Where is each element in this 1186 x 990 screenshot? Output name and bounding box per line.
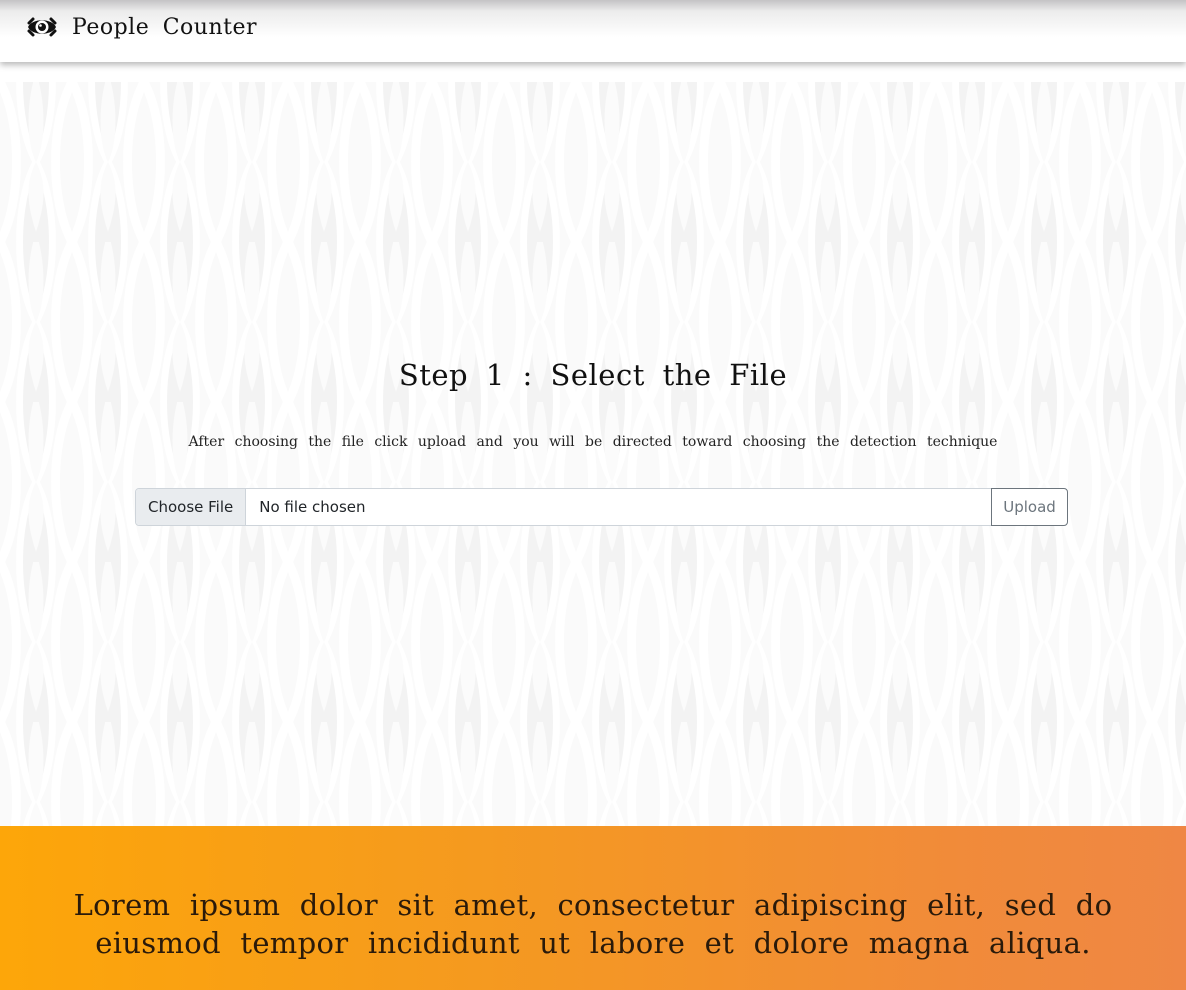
- file-status-text: No file chosen: [259, 498, 366, 516]
- brand[interactable]: People Counter: [26, 10, 257, 44]
- file-input[interactable]: Choose File No file chosen: [135, 488, 992, 526]
- brand-name: People Counter: [72, 14, 258, 40]
- navbar: People Counter: [0, 0, 1186, 62]
- hero-section: Step 1 : Select the File After choosing …: [0, 62, 1186, 826]
- footer: Lorem ipsum dolor sit amet, consectetur …: [0, 826, 1186, 990]
- footer-text: Lorem ipsum dolor sit amet, consectetur …: [73, 888, 1113, 960]
- step-title: Step 1 : Select the File: [398, 358, 788, 392]
- background-leaf-pattern: [0, 82, 1186, 826]
- eye-icon: [26, 14, 58, 40]
- upload-form: Choose File No file chosen Upload: [135, 488, 1068, 526]
- step-description: After choosing the file click upload and…: [188, 434, 998, 450]
- upload-button[interactable]: Upload: [991, 488, 1068, 526]
- choose-file-button[interactable]: Choose File: [136, 489, 247, 525]
